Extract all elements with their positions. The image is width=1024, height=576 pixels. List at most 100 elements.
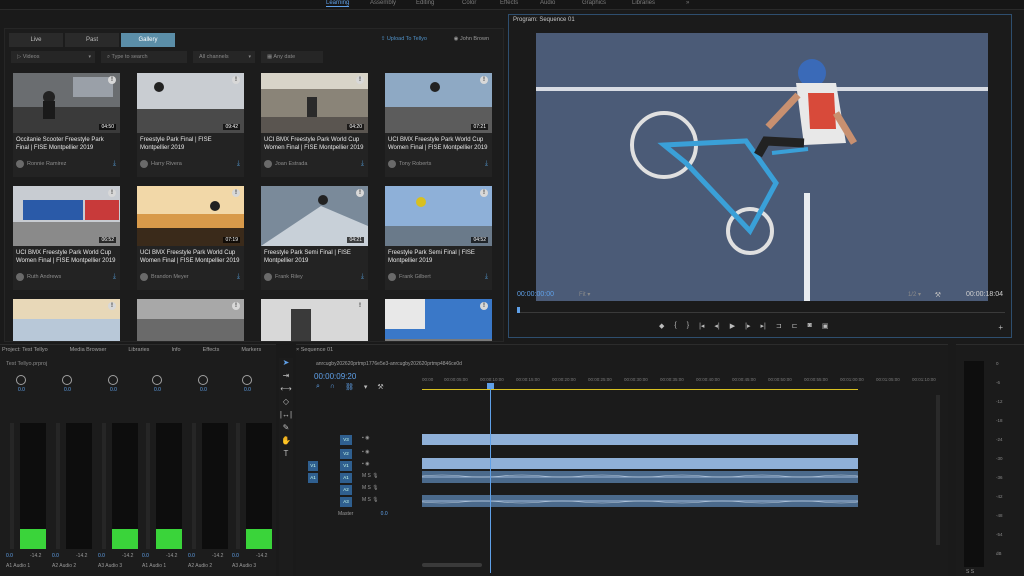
workspace-color[interactable]: Color xyxy=(462,0,476,6)
video-thumbnail[interactable]: 07:21 ! xyxy=(385,73,492,133)
play-icon[interactable]: ▶ xyxy=(730,322,735,330)
track-controls[interactable]: M S 🎙 xyxy=(362,485,379,491)
info-icon[interactable]: ! xyxy=(232,302,240,310)
source-target-a1[interactable]: A1 xyxy=(308,473,318,483)
track-label[interactable]: A2 xyxy=(340,485,352,495)
volume-fader[interactable] xyxy=(56,423,60,549)
video-card[interactable]: ! xyxy=(13,299,120,341)
lift-icon[interactable]: ⊐ xyxy=(776,322,782,330)
track-label[interactable]: V1 xyxy=(340,461,352,471)
video-thumbnail[interactable]: ! xyxy=(137,299,244,341)
playhead-cap[interactable] xyxy=(487,383,494,389)
search-input[interactable]: ⌕ Type to search xyxy=(101,51,187,63)
video-clip[interactable] xyxy=(422,434,858,445)
step-back-icon[interactable]: ◂| xyxy=(714,322,719,330)
tab-sequence[interactable]: × Sequence 01 xyxy=(296,347,333,353)
source-target-v1[interactable]: V1 xyxy=(308,461,318,471)
pan-knob[interactable] xyxy=(198,375,208,385)
video-card[interactable]: ! xyxy=(385,299,492,341)
volume-fader[interactable] xyxy=(10,423,14,549)
track-controls[interactable]: ▪ ◉ xyxy=(362,449,370,455)
pan-knob[interactable] xyxy=(152,375,162,385)
zoom-dropdown[interactable]: Fit ▾ xyxy=(579,291,590,298)
wrench-icon[interactable]: ⚒ xyxy=(935,291,941,299)
volume-fader[interactable] xyxy=(102,423,106,549)
info-icon[interactable]: ! xyxy=(480,76,488,84)
workspace-effects[interactable]: Effects xyxy=(500,0,518,6)
volume-fader[interactable] xyxy=(146,423,150,549)
razor-icon[interactable]: ◇ xyxy=(279,397,293,410)
track-label[interactable]: V3 xyxy=(340,435,352,445)
workspace-learning[interactable]: Learning xyxy=(326,0,350,7)
video-thumbnail[interactable]: 09:42 ! xyxy=(137,73,244,133)
info-icon[interactable]: ! xyxy=(356,76,364,84)
info-icon[interactable]: ! xyxy=(108,76,116,84)
info-icon[interactable]: ! xyxy=(232,76,240,84)
add-marker-icon[interactable]: ▾ xyxy=(364,383,368,391)
ripple-edit-icon[interactable]: ⟷ xyxy=(279,384,293,397)
track-label[interactable]: V2 xyxy=(340,449,352,459)
program-video-frame[interactable] xyxy=(536,33,988,301)
user-menu[interactable]: ◉ John Brown xyxy=(454,36,489,42)
info-icon[interactable]: ! xyxy=(232,189,240,197)
go-to-in-icon[interactable]: |◂ xyxy=(699,322,704,330)
type-dropdown[interactable]: ▷ Videos ▾ xyxy=(11,51,95,63)
workspace-audio[interactable]: Audio xyxy=(540,0,555,6)
tab-effects[interactable]: Effects xyxy=(203,347,220,353)
info-icon[interactable]: ! xyxy=(356,302,364,310)
timeline-zoom-scrollbar[interactable] xyxy=(422,563,482,567)
video-thumbnail[interactable]: ! xyxy=(261,299,368,341)
date-dropdown[interactable]: ▦ Any date xyxy=(261,51,323,63)
linked-selection-icon[interactable]: ⛓ xyxy=(345,383,354,391)
go-to-out-icon[interactable]: ▸| xyxy=(761,322,766,330)
video-thumbnail[interactable]: 04:50 ! xyxy=(13,73,120,133)
video-card[interactable]: 07:21 ! UCI BMX Freestyle Park World Cup… xyxy=(385,73,492,177)
track-label[interactable]: A1 xyxy=(340,473,352,483)
program-scrubber[interactable] xyxy=(517,307,1005,313)
download-icon[interactable]: ⤓ xyxy=(237,273,240,281)
pan-knob[interactable] xyxy=(242,375,252,385)
tab-past[interactable]: Past xyxy=(65,33,119,47)
video-card[interactable]: 04:20 ! UCI BMX Freestyle Park World Cup… xyxy=(261,73,368,177)
info-icon[interactable]: ! xyxy=(356,189,364,197)
selection-tool-icon[interactable]: ➤ xyxy=(279,358,293,371)
info-icon[interactable]: ! xyxy=(108,302,116,310)
upload-to-tellyo-button[interactable]: ⇪ Upload To Tellyo xyxy=(381,36,427,42)
download-icon[interactable]: ⤓ xyxy=(113,273,116,281)
download-icon[interactable]: ⤓ xyxy=(361,160,364,168)
video-card[interactable]: 07:19 ! UCI BMX Freestyle Park World Cup… xyxy=(137,186,244,290)
video-card[interactable]: ! xyxy=(137,299,244,341)
channels-dropdown[interactable]: All channels ▾ xyxy=(193,51,255,63)
playhead-marker[interactable] xyxy=(517,307,520,313)
tab-info[interactable]: Info xyxy=(171,347,180,353)
video-card[interactable]: 09:42 ! Freestyle Park Final | FISE Mont… xyxy=(137,73,244,177)
volume-fader[interactable] xyxy=(236,423,240,549)
track-controls[interactable]: ▪ ◉ xyxy=(362,461,370,467)
audio-clip[interactable] xyxy=(422,471,858,483)
workspace-libraries[interactable]: Libraries xyxy=(632,0,655,6)
mark-in-icon[interactable]: { xyxy=(674,322,676,330)
video-thumbnail[interactable]: ! xyxy=(13,299,120,341)
program-timecode[interactable]: 00:00:00:00 xyxy=(517,291,554,298)
snap-icon[interactable]: ∩ xyxy=(330,383,335,391)
work-area-bar[interactable] xyxy=(422,389,858,390)
solo-buttons[interactable]: S S xyxy=(966,569,974,575)
download-icon[interactable]: ⤓ xyxy=(485,273,488,281)
download-icon[interactable]: ⤓ xyxy=(113,160,116,168)
hand-icon[interactable]: ✋ xyxy=(279,436,293,449)
nest-icon[interactable]: ⌕ xyxy=(316,383,320,391)
time-ruler[interactable]: 00:00 00:00:05:00 00:00:10:00 00:00:15:0… xyxy=(422,377,942,387)
tab-markers[interactable]: Markers xyxy=(241,347,261,353)
video-thumbnail[interactable]: 04:20 ! xyxy=(261,73,368,133)
video-thumbnail[interactable]: 04:21 ! xyxy=(261,186,368,246)
track-controls[interactable]: ▪ ◉ xyxy=(362,435,370,441)
export-frame-icon[interactable]: ◙ xyxy=(808,322,812,330)
tab-libraries[interactable]: Libraries xyxy=(128,347,149,353)
workspace-assembly[interactable]: Assembly xyxy=(370,0,396,6)
master-value[interactable]: 0.0 xyxy=(381,511,388,517)
video-card[interactable]: 04:50 ! Occitanie Scooter Freestyle Park… xyxy=(13,73,120,177)
workspace-graphics[interactable]: Graphics xyxy=(582,0,606,6)
timeline-timecode[interactable]: 00:00:09:20 xyxy=(314,372,356,381)
track-controls[interactable]: M S 🎙 xyxy=(362,497,379,503)
timeline-vertical-scrollbar[interactable] xyxy=(936,395,940,545)
